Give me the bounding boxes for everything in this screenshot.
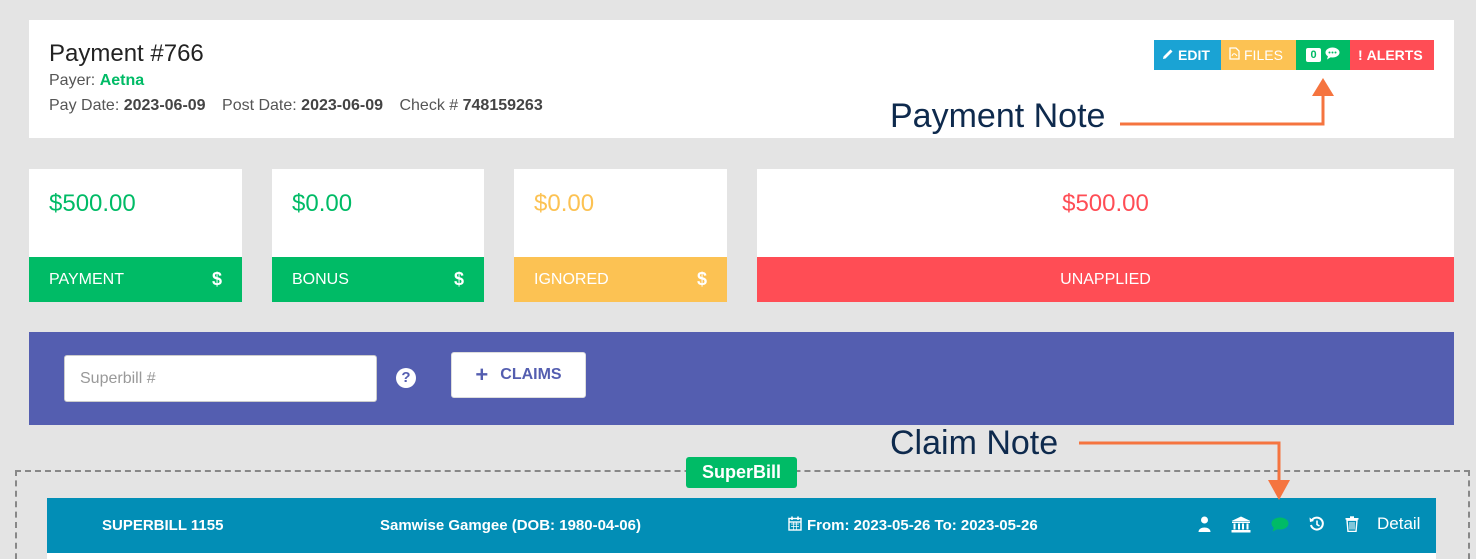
claim-note-arrow bbox=[1079, 441, 1290, 500]
payment-note-arrow bbox=[1120, 78, 1334, 126]
annotation-arrows bbox=[1079, 78, 1334, 500]
